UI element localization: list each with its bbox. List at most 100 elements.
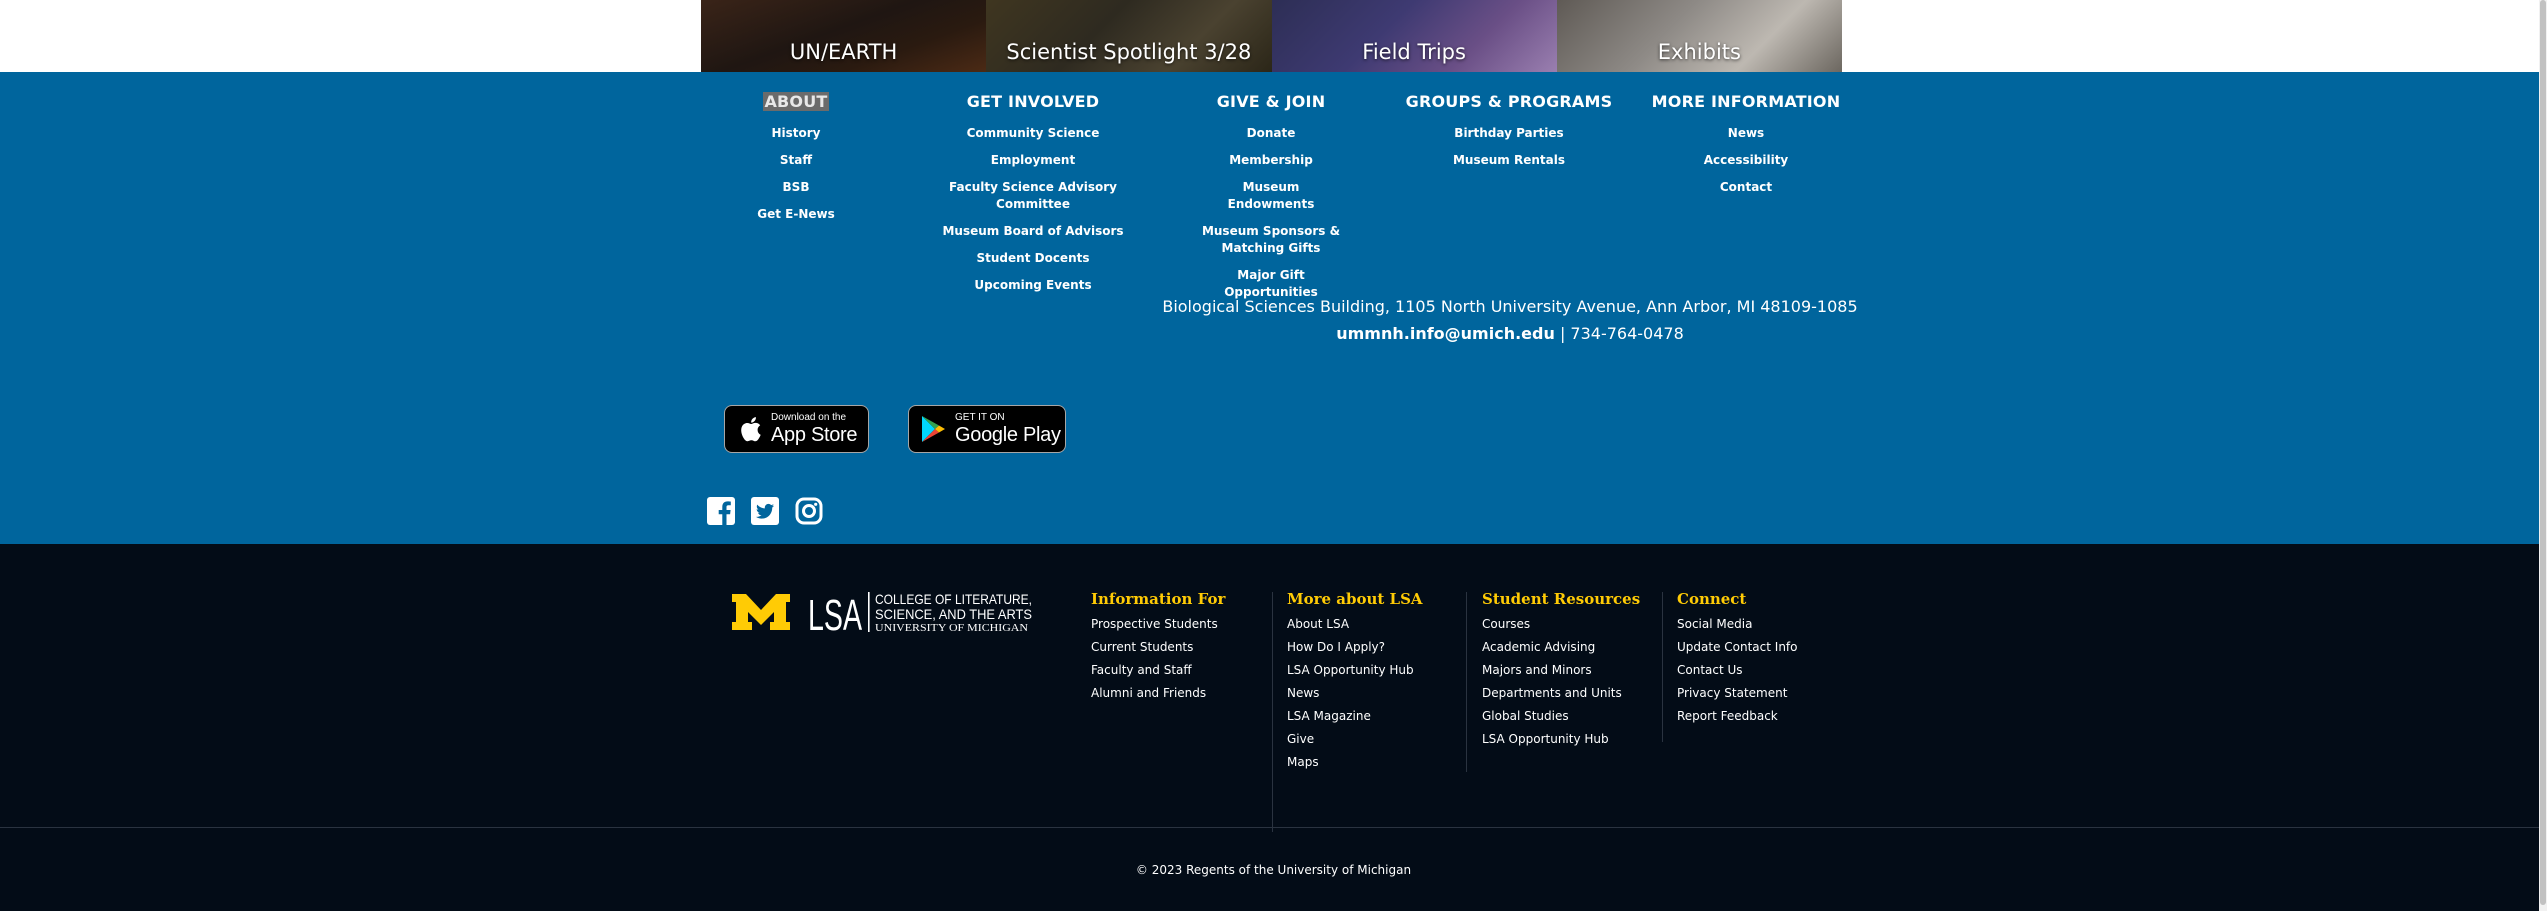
footer-column-give-join: GIVE & JOIN Donate Membership Museum End… <box>1151 92 1391 311</box>
museum-footer: ABOUT History Staff BSB Get E-News GET I… <box>0 72 2547 544</box>
app-store-small-text: Download on the <box>771 412 847 423</box>
lsa-footer: LSA COLLEGE OF LITERATURE, SCIENCE, AND … <box>0 544 2547 911</box>
footer-link-endowments[interactable]: Museum Endowments <box>1201 179 1341 213</box>
footer-heading-about[interactable]: ABOUT <box>676 92 916 111</box>
footer-link-staff[interactable]: Staff <box>676 152 916 169</box>
footer-link-news[interactable]: News <box>1626 125 1866 142</box>
google-play-big-text: Google Play <box>955 424 1061 446</box>
scrollbar-track[interactable] <box>2539 0 2547 911</box>
lsa-heading-more-about: More about LSA <box>1287 590 1423 608</box>
hero-tile-label: Exhibits <box>1657 40 1741 64</box>
footer-link-student-docents[interactable]: Student Docents <box>913 250 1153 267</box>
lsa-column-connect: Connect Social Media Update Contact Info… <box>1677 590 1798 732</box>
footer-link-employment[interactable]: Employment <box>913 152 1153 169</box>
column-divider <box>1272 592 1273 832</box>
footer-link-accessibility[interactable]: Accessibility <box>1626 152 1866 169</box>
footer-column-more-information: MORE INFORMATION News Accessibility Cont… <box>1626 92 1866 206</box>
footer-column-groups-programs: GROUPS & PROGRAMS Birthday Parties Museu… <box>1389 92 1629 179</box>
lsa-link-departments-units[interactable]: Departments and Units <box>1482 686 1640 701</box>
museum-address: Biological Sciences Building, 1105 North… <box>1110 297 1910 343</box>
contact-separator: | <box>1554 324 1571 343</box>
lsa-column-student-resources: Student Resources Courses Academic Advis… <box>1482 590 1640 755</box>
footer-heading-give-join[interactable]: GIVE & JOIN <box>1151 92 1391 111</box>
hero-tile-label: Scientist Spotlight 3/28 <box>1006 40 1252 64</box>
footer-link-museum-rentals[interactable]: Museum Rentals <box>1389 152 1629 169</box>
lsa-link-about-lsa[interactable]: About LSA <box>1287 617 1423 632</box>
footer-link-upcoming-events[interactable]: Upcoming Events <box>913 277 1153 294</box>
google-play-button[interactable]: GET IT ON Google Play <box>908 405 1066 453</box>
lsa-link-social-media[interactable]: Social Media <box>1677 617 1798 632</box>
email-link[interactable]: ummnh.info@umich.edu <box>1336 324 1555 343</box>
hero-tile-label: UN/EARTH <box>789 40 898 64</box>
lsa-link-majors-minors[interactable]: Majors and Minors <box>1482 663 1640 678</box>
footer-link-donate[interactable]: Donate <box>1201 125 1341 142</box>
footer-heading-more-information[interactable]: MORE INFORMATION <box>1626 92 1866 111</box>
phone-number: 734-764-0478 <box>1570 324 1684 343</box>
lsa-heading-student-resources: Student Resources <box>1482 590 1641 608</box>
scrollbar-thumb[interactable] <box>2540 0 2546 905</box>
footer-link-board-of-advisors[interactable]: Museum Board of Advisors <box>913 223 1153 240</box>
lsa-column-more-about: More about LSA About LSA How Do I Apply?… <box>1287 590 1423 778</box>
footer-divider <box>0 827 2547 828</box>
apple-icon <box>735 414 765 444</box>
footer-heading-get-involved[interactable]: GET INVOLVED <box>913 92 1153 111</box>
footer-link-faculty-advisory[interactable]: Faculty Science Advisory Committee <box>913 179 1153 213</box>
footer-link-major-gifts[interactable]: Major Gift Opportunities <box>1201 267 1341 301</box>
footer-link-bsb[interactable]: BSB <box>676 179 916 196</box>
lsa-logo[interactable]: LSA COLLEGE OF LITERATURE, SCIENCE, AND … <box>732 590 1032 634</box>
facebook-icon[interactable] <box>706 496 736 526</box>
logo-line-1: COLLEGE OF LITERATURE, <box>875 591 1032 607</box>
lsa-link-opportunity-hub-2[interactable]: LSA Opportunity Hub <box>1482 732 1640 747</box>
google-play-small-text: GET IT ON <box>955 412 1005 423</box>
lsa-link-how-apply[interactable]: How Do I Apply? <box>1287 640 1423 655</box>
footer-column-about: ABOUT History Staff BSB Get E-News <box>676 92 916 233</box>
footer-link-birthday-parties[interactable]: Birthday Parties <box>1389 125 1629 142</box>
lsa-link-news[interactable]: News <box>1287 686 1423 701</box>
hero-tile-exhibits[interactable]: Exhibits <box>1556 0 1842 72</box>
lsa-link-give[interactable]: Give <box>1287 732 1423 747</box>
twitter-icon[interactable] <box>750 496 780 526</box>
lsa-link-faculty-staff[interactable]: Faculty and Staff <box>1091 663 1225 678</box>
app-store-big-text: App Store <box>771 424 858 446</box>
lsa-link-alumni-friends[interactable]: Alumni and Friends <box>1091 686 1225 701</box>
logo-lsa-text: LSA <box>808 591 862 634</box>
lsa-link-prospective-students[interactable]: Prospective Students <box>1091 617 1225 632</box>
footer-link-sponsors[interactable]: Museum Sponsors & Matching Gifts <box>1201 223 1341 257</box>
lsa-link-contact-us[interactable]: Contact Us <box>1677 663 1798 678</box>
lsa-link-report-feedback[interactable]: Report Feedback <box>1677 709 1798 724</box>
lsa-column-information-for: Information For Prospective Students Cur… <box>1091 590 1225 709</box>
lsa-link-academic-advising[interactable]: Academic Advising <box>1482 640 1640 655</box>
logo-line-2: SCIENCE, AND THE ARTS <box>875 606 1032 622</box>
lsa-heading-connect: Connect <box>1677 590 1747 608</box>
lsa-link-opportunity-hub[interactable]: LSA Opportunity Hub <box>1287 663 1423 678</box>
lsa-link-privacy[interactable]: Privacy Statement <box>1677 686 1798 701</box>
lsa-link-magazine[interactable]: LSA Magazine <box>1287 709 1423 724</box>
lsa-link-maps[interactable]: Maps <box>1287 755 1423 770</box>
logo-line-3: UNIVERSITY OF MICHIGAN <box>875 623 1028 634</box>
hero-tile-unearth[interactable]: UN/EARTH <box>701 0 987 72</box>
google-play-icon <box>919 414 949 444</box>
footer-link-contact[interactable]: Contact <box>1626 179 1866 196</box>
copyright-text: © 2023 Regents of the University of Mich… <box>1135 863 1412 877</box>
footer-link-get-e-news[interactable]: Get E-News <box>676 206 916 223</box>
lsa-link-update-contact[interactable]: Update Contact Info <box>1677 640 1798 655</box>
footer-column-get-involved: GET INVOLVED Community Science Employmen… <box>913 92 1153 304</box>
hero-tile-field-trips[interactable]: Field Trips <box>1271 0 1557 72</box>
hero-tile-scientist-spotlight[interactable]: Scientist Spotlight 3/28 <box>986 0 1272 72</box>
footer-link-membership[interactable]: Membership <box>1201 152 1341 169</box>
hero-tile-row: UN/EARTH Scientist Spotlight 3/28 Field … <box>701 0 1842 72</box>
footer-link-community-science[interactable]: Community Science <box>913 125 1153 142</box>
instagram-icon[interactable] <box>794 496 824 526</box>
lsa-heading-information-for: Information For <box>1091 590 1226 608</box>
block-m-icon <box>732 594 790 630</box>
column-divider <box>1466 592 1467 772</box>
lsa-link-global-studies[interactable]: Global Studies <box>1482 709 1640 724</box>
address-line: Biological Sciences Building, 1105 North… <box>1162 297 1858 316</box>
hero-tile-label: Field Trips <box>1362 40 1466 64</box>
lsa-link-courses[interactable]: Courses <box>1482 617 1640 632</box>
column-divider <box>1662 592 1663 742</box>
footer-heading-groups-programs[interactable]: GROUPS & PROGRAMS <box>1389 92 1629 111</box>
lsa-link-current-students[interactable]: Current Students <box>1091 640 1225 655</box>
app-store-button[interactable]: Download on the App Store <box>724 405 869 453</box>
footer-link-history[interactable]: History <box>676 125 916 142</box>
